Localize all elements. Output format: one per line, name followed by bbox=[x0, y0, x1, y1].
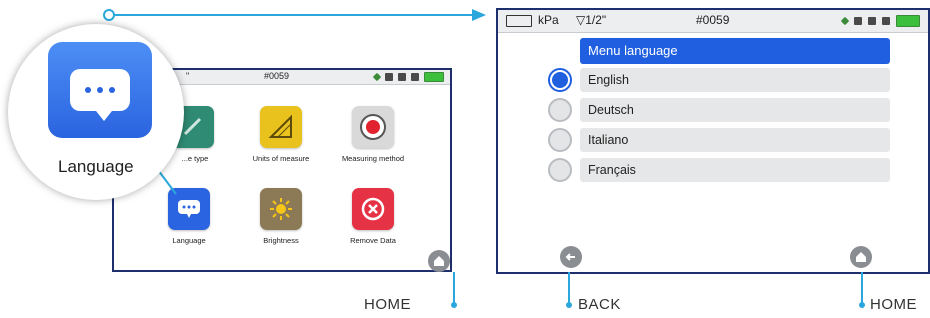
caption-line-home-right bbox=[861, 272, 863, 304]
status-unit: " bbox=[186, 71, 190, 81]
app-label-units: Units of measure bbox=[252, 154, 310, 163]
caption-line-home-left bbox=[453, 272, 455, 304]
radio-deutsch[interactable] bbox=[548, 98, 572, 122]
callout-connector-dot bbox=[103, 9, 115, 21]
menu-title: Menu language bbox=[580, 38, 890, 64]
radio-italiano[interactable] bbox=[548, 128, 572, 152]
status-icons bbox=[840, 15, 920, 27]
option-english[interactable]: English bbox=[580, 68, 890, 92]
cross-circle-icon bbox=[361, 197, 385, 221]
app-remove-data[interactable] bbox=[352, 188, 394, 230]
app-units-of-measure[interactable] bbox=[260, 106, 302, 148]
sensor-icon bbox=[840, 16, 850, 26]
status-bar: kPa ▽1/2" #0059 bbox=[498, 10, 928, 33]
home-button[interactable] bbox=[428, 250, 450, 272]
language-screen: kPa ▽1/2" #0059 Menu language English De… bbox=[496, 8, 930, 274]
app-measuring-method[interactable] bbox=[352, 106, 394, 148]
app-brightness[interactable] bbox=[260, 188, 302, 230]
home-button[interactable] bbox=[850, 246, 872, 268]
save-icon bbox=[411, 73, 419, 81]
bubble-label: Language bbox=[58, 157, 134, 176]
app-label-measuring: Measuring method bbox=[341, 154, 405, 163]
back-button[interactable] bbox=[560, 246, 582, 268]
back-arrow-icon bbox=[565, 253, 575, 261]
home-icon bbox=[434, 256, 444, 266]
signal-icon bbox=[385, 73, 393, 81]
chat-bubble-icon bbox=[70, 69, 130, 121]
battery-icon bbox=[896, 15, 920, 27]
sun-icon bbox=[270, 198, 292, 220]
caption-home-left: HOME bbox=[364, 296, 411, 313]
callout-connector-line bbox=[108, 14, 474, 16]
battery-icon bbox=[424, 72, 444, 82]
signal-icon bbox=[854, 17, 862, 25]
sensor-icon bbox=[372, 72, 382, 82]
radio-english[interactable] bbox=[548, 68, 572, 92]
option-italiano[interactable]: Italiano bbox=[580, 128, 890, 152]
caption-home-right: HOME bbox=[870, 296, 917, 313]
caption-dot-home-left bbox=[451, 302, 457, 308]
radio-francais[interactable] bbox=[548, 158, 572, 182]
option-francais[interactable]: Français bbox=[580, 158, 890, 182]
status-tire-size: ▽1/2" bbox=[576, 13, 607, 27]
chat-bubble-icon bbox=[178, 200, 200, 218]
device-id: #0059 bbox=[696, 13, 730, 27]
triangle-ruler-icon bbox=[268, 114, 292, 138]
caption-dot-back bbox=[566, 302, 572, 308]
ruler-slant-icon bbox=[183, 117, 202, 136]
status-icons bbox=[372, 72, 444, 82]
status-pressure-unit: kPa bbox=[538, 13, 559, 27]
caption-back: BACK bbox=[578, 296, 621, 313]
option-deutsch[interactable]: Deutsch bbox=[580, 98, 890, 122]
app-label-language: Language bbox=[172, 236, 206, 245]
language-icon-zoomed bbox=[48, 42, 152, 138]
app-label-remove-data: Remove Data bbox=[350, 236, 396, 245]
device-id: #0059 bbox=[264, 71, 290, 81]
save-icon bbox=[882, 17, 890, 25]
ruler-icon bbox=[506, 15, 532, 27]
card-icon bbox=[868, 17, 876, 25]
caption-dot-home-right bbox=[859, 302, 865, 308]
app-label-brightness: Brightness bbox=[263, 236, 299, 245]
card-icon bbox=[398, 73, 406, 81]
caption-line-back bbox=[568, 272, 570, 304]
callout-arrow-icon bbox=[472, 9, 486, 21]
home-icon bbox=[856, 252, 866, 262]
target-icon bbox=[360, 114, 386, 140]
